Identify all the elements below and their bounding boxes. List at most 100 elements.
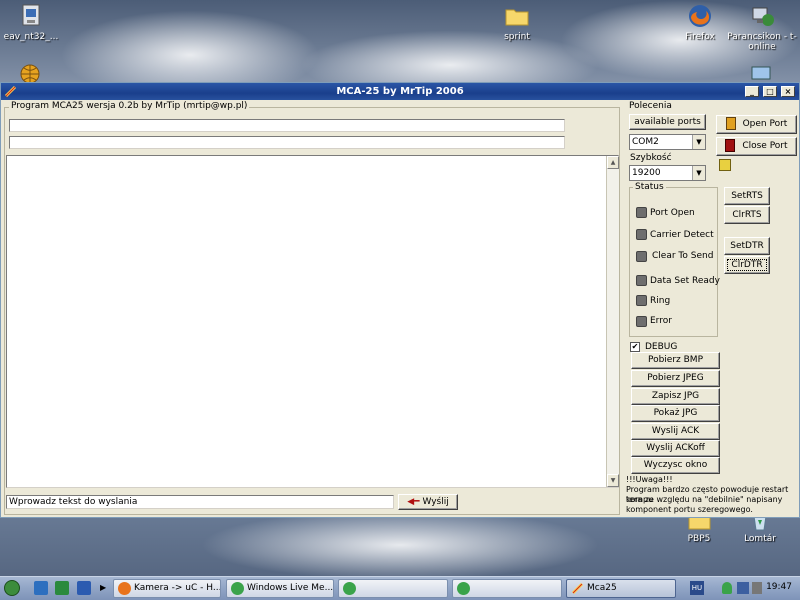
debug-checkbox[interactable]: ✔ <box>630 342 640 352</box>
network-tray-icon[interactable] <box>737 582 749 594</box>
log-textarea[interactable]: ▲ ▼ <box>6 155 619 488</box>
status-clear-to-send: Clear To Send <box>652 251 714 261</box>
clear-to-send-led <box>636 251 647 262</box>
desktop-icon-firefox[interactable]: Firefox <box>665 2 735 42</box>
wallpaper-cloud <box>200 510 600 580</box>
warning-heading: !!!Uwaga!!! <box>626 475 673 484</box>
window-titlebar[interactable]: MCA-25 by MrTip 2006 _ □ × <box>1 83 799 100</box>
messenger-icon <box>457 582 470 595</box>
task-label: Mca25 <box>587 583 617 593</box>
available-ports-button[interactable]: available ports <box>629 114 706 130</box>
monitor-shortcut-icon[interactable] <box>750 66 772 82</box>
desktop-icon-label: sprint <box>504 32 530 42</box>
status-data-set-ready: Data Set Ready <box>650 276 720 286</box>
pobierz-jpeg-button[interactable]: Pobierz JPEG <box>631 370 720 387</box>
window-title: MCA-25 by MrTip 2006 <box>336 86 464 97</box>
desktop-icon-label: Firefox <box>685 32 715 42</box>
wyslij-ack-button[interactable]: Wyslij ACK <box>631 423 720 440</box>
app-icon <box>571 582 584 595</box>
status-ring: Ring <box>650 296 671 306</box>
pokaz-jpg-button[interactable]: Pokaż JPG <box>631 405 720 422</box>
desktop-icon-sprint[interactable]: sprint <box>482 2 552 42</box>
task-conversation-1[interactable] <box>338 579 448 598</box>
minimize-button[interactable]: _ <box>745 86 759 97</box>
mca25-window: MCA-25 by MrTip 2006 _ □ × Program MCA25… <box>0 82 800 518</box>
commands-group-label: Polecenia <box>627 101 674 111</box>
clock[interactable]: 19:47 <box>766 582 792 592</box>
desktop-icon-label: eav_nt32_... <box>3 32 59 42</box>
desktop-icon-t-online[interactable]: Parancsikon - t-online <box>727 2 797 52</box>
setrts-button[interactable]: SetRTS <box>724 187 770 205</box>
send-button-label: Wyślij <box>422 497 449 507</box>
close-button[interactable]: × <box>781 86 795 97</box>
chevron-down-icon[interactable]: ▼ <box>692 166 705 180</box>
port-select[interactable]: COM2 ▼ <box>629 134 706 150</box>
port-open-led <box>636 207 647 218</box>
status-error: Error <box>650 316 672 326</box>
close-port-button[interactable]: Close Port <box>716 137 797 156</box>
firefox-icon <box>118 582 131 595</box>
speed-select-value: 19200 <box>632 168 661 178</box>
status-port-open: Port Open <box>650 208 695 218</box>
zapisz-jpg-button[interactable]: Zapisz JPG <box>631 388 720 405</box>
clrrts-button[interactable]: ClrRTS <box>724 206 770 224</box>
maximize-button[interactable]: □ <box>763 86 777 97</box>
messenger-tray-icon[interactable] <box>722 582 732 594</box>
task-kamera[interactable]: Kamera -> uC - H... <box>113 579 221 598</box>
folder-icon <box>503 2 531 30</box>
open-door-icon <box>725 117 736 130</box>
speed-label: Szybkość <box>630 153 672 163</box>
clrdtr-button[interactable]: ClrDTR <box>724 256 770 274</box>
task-windows-live[interactable]: Windows Live Me... <box>226 579 334 598</box>
port-select-value: COM2 <box>632 137 659 147</box>
task-conversation-2[interactable] <box>452 579 562 598</box>
error-led <box>636 316 647 327</box>
info-field-2[interactable] <box>9 136 565 149</box>
task-label: Windows Live Me... <box>247 583 334 593</box>
ring-led <box>636 295 647 306</box>
data-set-ready-led <box>636 275 647 286</box>
wyczysc-okno-button[interactable]: Wyczysc okno <box>631 457 720 474</box>
quick-launch-expand-icon[interactable]: ▶ <box>100 583 106 592</box>
log-scrollbar[interactable]: ▲ ▼ <box>606 156 619 487</box>
scroll-up-icon[interactable]: ▲ <box>607 156 619 169</box>
speed-select[interactable]: 19200 ▼ <box>629 165 706 181</box>
debug-label: DEBUG <box>645 342 678 352</box>
messenger-icon <box>231 582 244 595</box>
chevron-down-icon[interactable]: ▼ <box>692 135 705 149</box>
setdtr-button[interactable]: SetDTR <box>724 237 770 255</box>
wyslij-ackoff-button[interactable]: Wyslij ACKoff <box>631 440 720 457</box>
open-port-button[interactable]: Open Port <box>716 115 797 134</box>
network-shortcut-icon <box>748 2 776 30</box>
task-mca25[interactable]: Mca25 <box>566 579 676 598</box>
send-button[interactable]: ◀━ Wyślij <box>398 494 458 510</box>
taskbar: ▶ Kamera -> uC - H... Windows Live Me...… <box>0 576 800 600</box>
messenger-icon <box>343 582 356 595</box>
close-port-label: Close Port <box>742 141 788 151</box>
scroll-down-icon[interactable]: ▼ <box>607 474 619 487</box>
start-button[interactable] <box>4 580 20 596</box>
open-port-label: Open Port <box>742 119 788 129</box>
globe-shortcut-icon[interactable] <box>19 64 41 84</box>
task-label: Kamera -> uC - H... <box>134 583 221 593</box>
firefox-icon <box>686 2 714 30</box>
send-text-input[interactable]: Wprowadz tekst do wyslania <box>6 495 394 509</box>
info-field-1[interactable] <box>9 119 565 132</box>
desktop-icon-eav[interactable]: eav_nt32_... <box>0 2 66 42</box>
eav-installer-icon <box>17 2 45 30</box>
port-activity-icon <box>719 159 731 171</box>
language-indicator[interactable]: HU <box>690 581 704 595</box>
warning-line-3: komponent portu szeregowego. <box>626 505 753 514</box>
closed-door-icon <box>725 139 736 152</box>
status-group-label: Status <box>633 182 666 192</box>
volume-tray-icon[interactable] <box>752 582 762 594</box>
quick-launch-excel-icon[interactable] <box>55 581 69 595</box>
carrier-detect-led <box>636 229 647 240</box>
pobierz-bmp-button[interactable]: Pobierz BMP <box>631 352 720 369</box>
desktop-icon-label: Lomtár <box>744 534 776 544</box>
program-group-label: Program MCA25 wersja 0.2b by MrTip (mrti… <box>9 101 250 111</box>
quick-launch-ie-icon[interactable] <box>34 581 48 595</box>
quick-launch-word-icon[interactable] <box>77 581 91 595</box>
status-carrier-detect: Carrier Detect <box>650 230 714 240</box>
desktop-icon-label: Parancsikon - t-online <box>727 32 797 52</box>
